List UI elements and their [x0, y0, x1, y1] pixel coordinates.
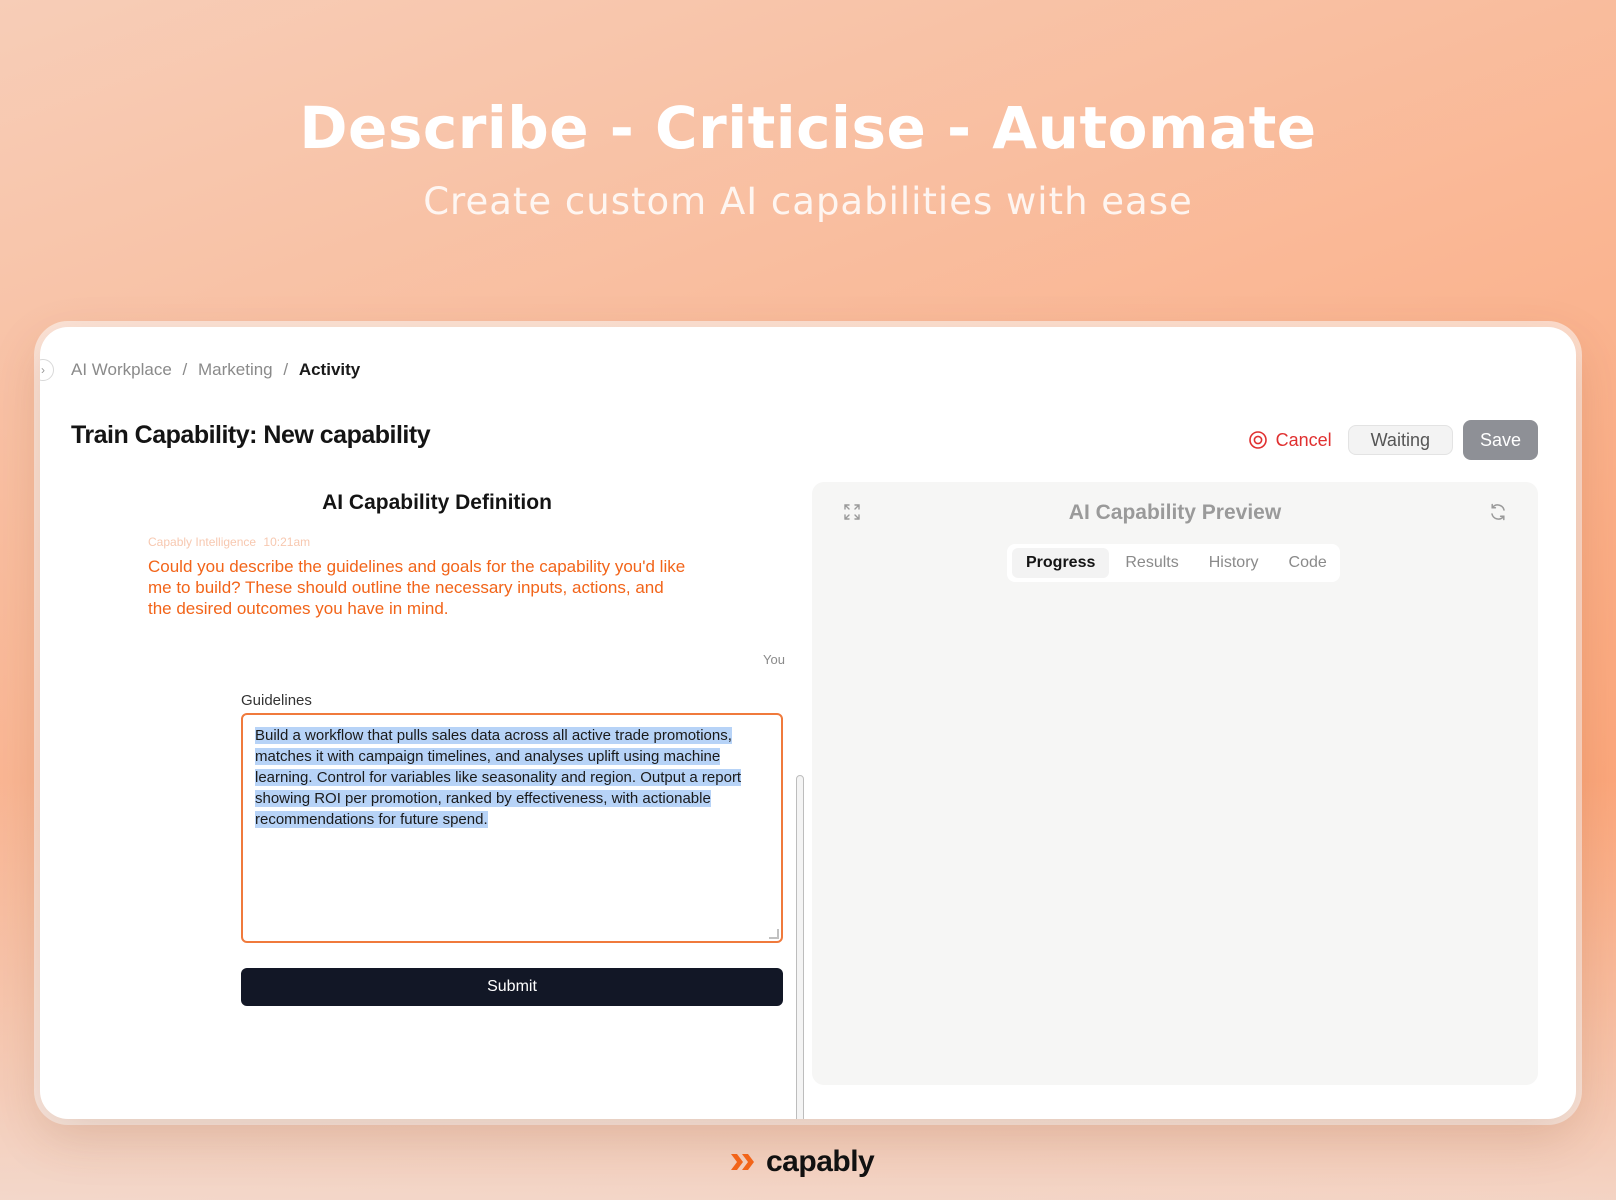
breadcrumb-item-marketing[interactable]: Marketing	[198, 360, 273, 379]
tab-code[interactable]: Code	[1275, 548, 1341, 578]
resize-handle[interactable]	[769, 929, 779, 939]
user-label: You	[763, 652, 785, 667]
chat-scrollbar[interactable]	[796, 775, 804, 1119]
ai-timestamp: 10:21am	[263, 535, 311, 549]
breadcrumb-item-activity: Activity	[298, 360, 361, 379]
breadcrumb-item-workplace[interactable]: AI Workplace	[71, 360, 172, 379]
submit-button[interactable]: Submit	[241, 968, 783, 1006]
page-title: Train Capability: New capability	[71, 421, 431, 449]
refresh-icon[interactable]	[1488, 502, 1508, 522]
tab-history[interactable]: History	[1195, 548, 1273, 578]
hero-title: Describe - Criticise - Automate	[299, 94, 1317, 162]
cancel-label: Cancel	[1275, 429, 1332, 450]
breadcrumb-separator: /	[283, 360, 289, 379]
brand-name: capably	[766, 1145, 875, 1178]
guidelines-selected-text: Build a workflow that pulls sales data a…	[255, 727, 742, 828]
ai-sender: Capably Intelligence	[148, 535, 257, 549]
hero-subtitle: Create custom AI capabilities with ease	[423, 180, 1193, 223]
tab-results[interactable]: Results	[1111, 548, 1192, 578]
preview-title: AI Capability Preview	[1068, 501, 1282, 524]
cancel-button[interactable]: Cancel	[1242, 420, 1338, 460]
guidelines-text: Build a workflow that pulls sales data a…	[255, 725, 769, 830]
waiting-status-button[interactable]: Waiting	[1347, 425, 1453, 455]
stop-circle-icon	[1248, 431, 1267, 449]
definition-title: AI Capability Definition	[322, 491, 552, 514]
save-button[interactable]: Save	[1462, 420, 1538, 460]
preview-tabs: Progress Results History Code	[1007, 544, 1340, 582]
ai-message: Could you describe the guidelines and go…	[148, 557, 686, 618]
capably-logo-icon	[731, 1154, 754, 1170]
guidelines-textarea[interactable]: Build a workflow that pulls sales data a…	[241, 713, 783, 943]
tab-progress[interactable]: Progress	[1012, 548, 1110, 578]
guidelines-label: Guidelines	[241, 692, 312, 709]
ai-message-meta: Capably Intelligence 10:21am	[148, 535, 310, 549]
header-actions: Cancel Waiting Save	[1242, 420, 1538, 460]
preview-panel: AI Capability Preview Progress Results H…	[812, 482, 1538, 1085]
breadcrumb: AI Workplace / Marketing / Activity	[71, 360, 360, 380]
app-window: › AI Workplace / Marketing / Activity Tr…	[40, 327, 1576, 1119]
brand-logo: capably	[730, 1145, 875, 1179]
breadcrumb-separator: /	[182, 360, 188, 379]
chevron-right-icon[interactable]: ›	[40, 359, 54, 381]
definition-panel: AI Capability Definition Capably Intelli…	[71, 477, 804, 1119]
